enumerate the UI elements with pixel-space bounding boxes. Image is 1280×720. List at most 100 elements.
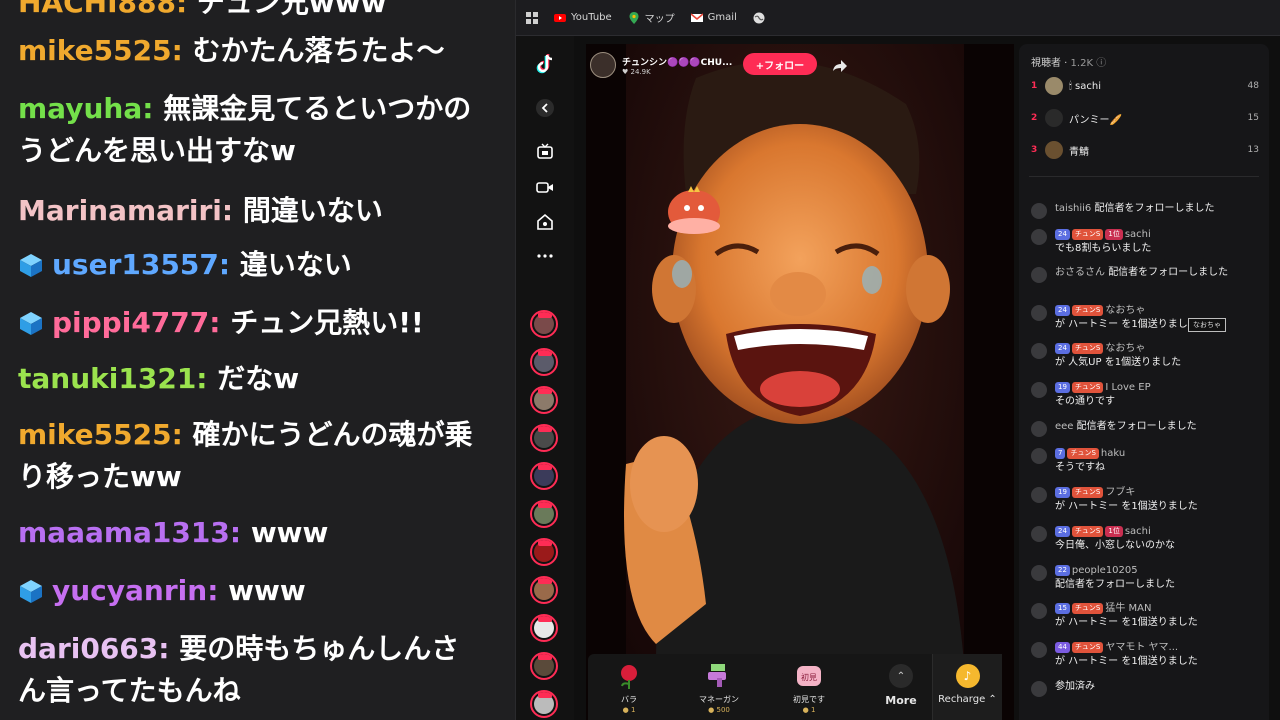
viewer-score: 48	[1247, 81, 1259, 91]
live-badge	[538, 692, 552, 698]
gift-name: バラ	[621, 695, 637, 704]
live-channel-avatar[interactable]	[530, 500, 558, 528]
chat-message[interactable]: 15 チュンS 猛牛 MAN が ハートミー を1個送りました	[1031, 602, 1261, 630]
live-channel-avatar[interactable]	[530, 538, 558, 566]
top-viewer-row[interactable]: 2 パンミー🥖 15	[1031, 106, 1259, 130]
chat-message[interactable]: 7 チュンS haku そうですね	[1031, 447, 1261, 475]
host-avatar[interactable]	[590, 52, 616, 78]
live-channel-avatar[interactable]	[530, 614, 558, 642]
info-icon[interactable]: ⓘ	[1096, 58, 1106, 69]
viewer-rank: 1	[1031, 81, 1038, 91]
chat-message[interactable]: 24 チュンS 1位 sachi 今日俺、小窓しないのかな	[1031, 525, 1261, 553]
chat-username[interactable]: taishii6	[1055, 203, 1091, 214]
recharge-button[interactable]: ♪ Recharge ⌃	[932, 654, 1002, 720]
chat-message[interactable]: 24 チュンS なおちゃ が ハートミー を1個送りました	[1031, 304, 1261, 332]
globe-icon[interactable]	[753, 12, 765, 24]
chat-avatar[interactable]	[1031, 642, 1047, 658]
chat-message[interactable]: 19 チュンS フブキ が ハートミー を1個送りました	[1031, 486, 1261, 514]
chat-avatar[interactable]	[1031, 421, 1047, 437]
chat-message[interactable]: 22 people10205 配信者をフォローしました	[1031, 564, 1261, 592]
chat-avatar[interactable]	[1031, 526, 1047, 542]
chat-username[interactable]: なおちゃ	[1105, 343, 1145, 354]
live-video-player[interactable]	[586, 44, 1014, 720]
bookmarks-bar: YouTube マップ Gmail	[516, 0, 1280, 36]
chat-avatar[interactable]	[1031, 681, 1047, 697]
chat-username[interactable]: I Love EP	[1105, 382, 1150, 393]
live-channel-avatar[interactable]	[530, 462, 558, 490]
live-channel-avatar[interactable]	[530, 652, 558, 680]
gift-first-time[interactable]: 初見 初見です ● 1	[774, 662, 844, 714]
chat-username[interactable]: sachi	[1125, 229, 1151, 240]
chat-avatar[interactable]	[1031, 382, 1047, 398]
live-channel-avatar[interactable]	[530, 310, 558, 338]
chat-badge: 7	[1055, 448, 1066, 459]
chat-avatar[interactable]	[1031, 603, 1047, 619]
viewer-name: 🕯 sachi	[1069, 80, 1101, 92]
chat-username[interactable]: フブキ	[1105, 487, 1135, 498]
more-gifts-button[interactable]: ⌃ More	[876, 664, 926, 707]
chat-avatar[interactable]	[1031, 203, 1047, 219]
chat-username[interactable]: ヤマモト ヤマ...	[1105, 642, 1178, 653]
chat-avatar[interactable]	[1031, 487, 1047, 503]
chat-message[interactable]: eee 配信者をフォローしました	[1031, 420, 1261, 437]
chat-message[interactable]: 24 チュンS なおちゃ が 人気UP を1個送りました	[1031, 342, 1261, 370]
stream-chat-message: www	[228, 574, 306, 607]
chat-avatar[interactable]	[1031, 267, 1047, 283]
chat-username[interactable]: なおちゃ	[1105, 305, 1145, 316]
chat-message[interactable]: 44 チュンS ヤマモト ヤマ... が ハートミー を1個送りました	[1031, 641, 1261, 669]
chat-message[interactable]: 19 チュンS I Love EP その通りです	[1031, 381, 1261, 409]
stream-chat-username: mike5525	[18, 34, 172, 67]
stream-chat-line: mike5525: むかたん落ちたよ～	[18, 30, 495, 72]
chat-message[interactable]: おさるさん 配信者をフォローしました	[1031, 266, 1261, 283]
gift-name: マネーガン	[699, 695, 739, 704]
apps-grid-icon[interactable]	[526, 11, 538, 24]
chat-avatar[interactable]	[1031, 229, 1047, 245]
stream-chat-username: dari0663	[18, 632, 159, 665]
chat-message[interactable]: taishii6 配信者をフォローしました	[1031, 202, 1261, 219]
chat-avatar[interactable]	[1031, 343, 1047, 359]
gmail-icon	[690, 12, 703, 22]
share-icon[interactable]	[833, 57, 847, 76]
stream-chat-message-cont: ん言ってたもんね	[18, 674, 241, 707]
chat-badge: 1位	[1105, 229, 1123, 240]
chat-avatar[interactable]	[1031, 305, 1047, 321]
chat-username[interactable]: eee	[1055, 421, 1073, 432]
live-badge	[538, 540, 552, 546]
chat-username[interactable]: haku	[1101, 448, 1125, 459]
top-viewer-row[interactable]: 1 🕯 sachi 48	[1031, 74, 1259, 98]
live-channel-avatar[interactable]	[530, 690, 558, 718]
top-viewer-row[interactable]: 3 青鯖 13	[1031, 138, 1259, 162]
live-channel-avatar[interactable]	[530, 576, 558, 604]
bookmark-youtube[interactable]: YouTube	[554, 12, 612, 24]
bookmark-label: Gmail	[707, 12, 737, 23]
host-info[interactable]: チュンシン🟣🟣🟣CHU... ♥ 24.9K	[590, 50, 732, 80]
chat-message[interactable]: 参加済み	[1031, 680, 1261, 697]
stream-chat-username: mayuha	[18, 92, 143, 125]
viewers-header[interactable]: 視聴者 · 1.2K ⓘ	[1031, 54, 1106, 69]
chat-username[interactable]: people10205	[1072, 565, 1138, 576]
live-channel-avatar[interactable]	[530, 424, 558, 452]
tiktok-logo-icon[interactable]	[531, 50, 559, 78]
heart-icon: ♥	[622, 67, 631, 76]
live-tv-icon[interactable]	[531, 138, 559, 166]
chat-username[interactable]: sachi	[1125, 526, 1151, 537]
more-dots-icon[interactable]	[531, 242, 559, 270]
bookmark-maps[interactable]: マップ	[628, 10, 675, 25]
back-arrow-icon[interactable]	[531, 94, 559, 122]
live-channel-avatar[interactable]	[530, 348, 558, 376]
chat-avatar[interactable]	[1031, 448, 1047, 464]
chat-username[interactable]: おさるさん	[1055, 267, 1105, 278]
chat-badge: 24	[1055, 229, 1070, 240]
follow-button[interactable]: +フォロー	[743, 53, 817, 75]
bookmark-gmail[interactable]: Gmail	[690, 12, 737, 24]
chat-avatar[interactable]	[1031, 565, 1047, 581]
chat-username[interactable]: 猛牛 MAN	[1105, 603, 1151, 614]
gift-money-gun[interactable]: マネーガン ● 500	[684, 662, 754, 714]
home-icon[interactable]	[531, 208, 559, 236]
stream-chat-line: maaama1313: www	[18, 512, 495, 554]
gift-rose[interactable]: バラ ● 1	[594, 662, 664, 714]
video-camera-icon[interactable]	[531, 173, 559, 201]
chat-badge: チュンS	[1067, 448, 1099, 459]
chat-message[interactable]: 24 チュンS 1位 sachi でも8割もらいました	[1031, 228, 1261, 256]
live-channel-avatar[interactable]	[530, 386, 558, 414]
